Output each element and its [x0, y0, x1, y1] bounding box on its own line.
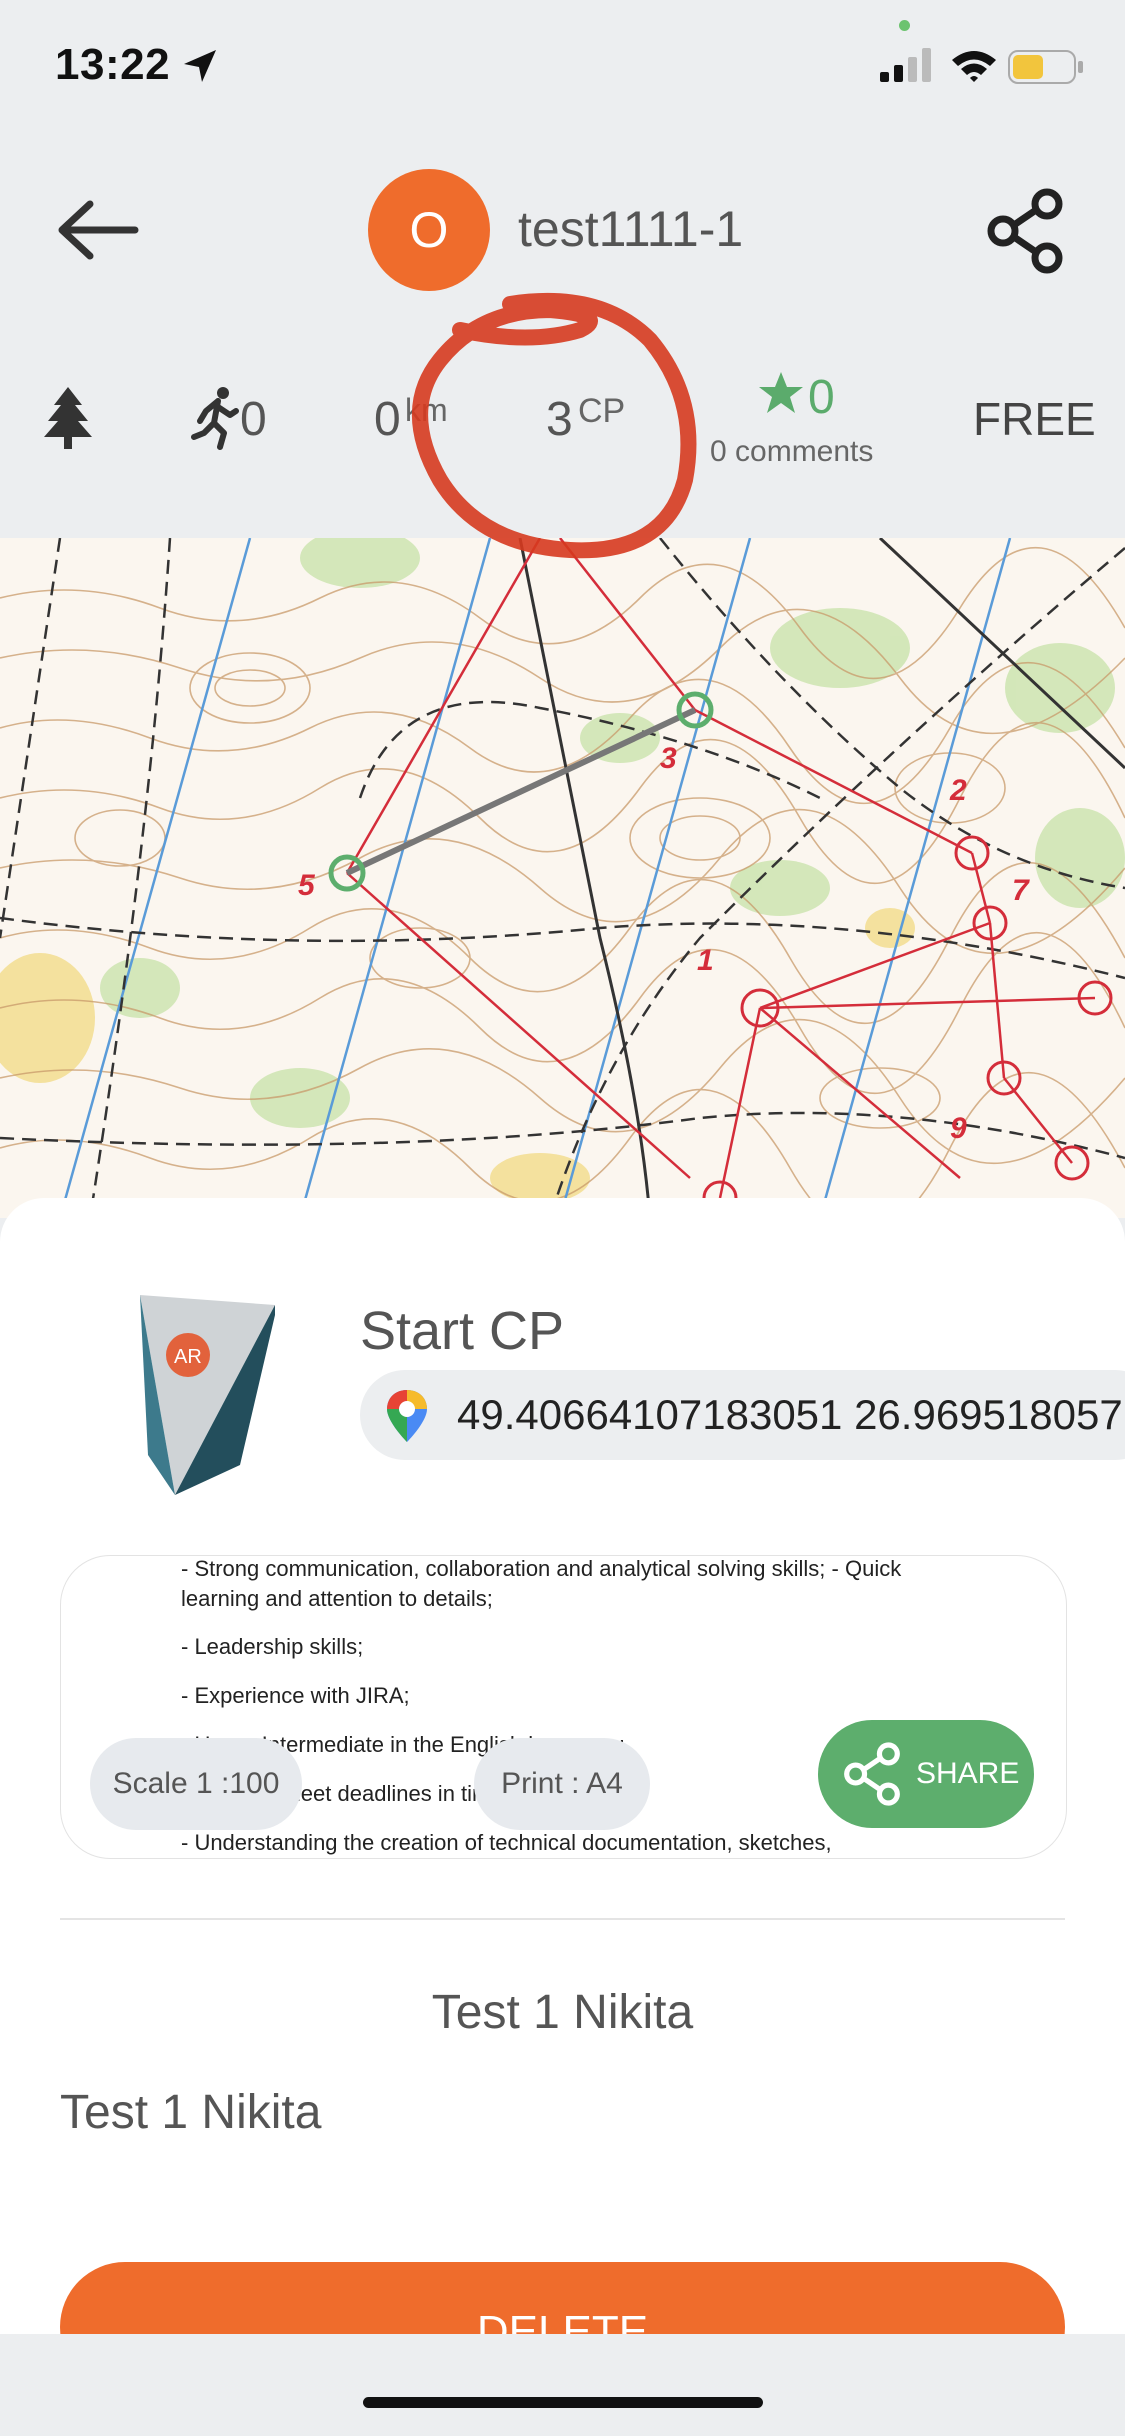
- runners-count: 0: [240, 393, 267, 446]
- doc-line: - Strong communication, collaboration an…: [181, 1556, 902, 1581]
- tree-icon: [44, 387, 92, 449]
- svg-text:3: 3: [660, 742, 677, 775]
- course-name: Test 1 Nikita: [431, 1986, 694, 2039]
- ar-marker-icon: AR: [140, 1295, 275, 1495]
- status-time: 13:22: [55, 40, 171, 89]
- scale-label[interactable]: Scale 1 :100: [90, 1738, 302, 1830]
- share-icon[interactable]: [985, 188, 1065, 274]
- price-label: FREE: [973, 393, 1096, 445]
- svg-text:AR: AR: [174, 1346, 202, 1368]
- checkpoint-name: Start CP: [360, 1301, 565, 1361]
- back-arrow-button[interactable]: [50, 190, 150, 270]
- print-label[interactable]: Print : A4: [474, 1738, 650, 1830]
- doc-line: - Experience with JIRA;: [181, 1683, 410, 1708]
- share-icon: [844, 1742, 900, 1806]
- rating-value: 0: [808, 371, 835, 424]
- coordinates-text: 49.40664107183051 26.969518057: [457, 1391, 1123, 1438]
- share-label: SHARE: [916, 1757, 1020, 1790]
- star-icon: [759, 372, 803, 413]
- svg-text:2: 2: [949, 774, 967, 807]
- cellular-signal-icon: [880, 48, 931, 82]
- doc-line: - Understanding the creation of technica…: [181, 1830, 832, 1855]
- svg-text:9: 9: [950, 1112, 967, 1145]
- home-indicator-area: [0, 2334, 1125, 2436]
- course-description: Test 1 Nikita: [60, 2086, 322, 2139]
- runner-icon: [191, 387, 239, 450]
- annotation-circle: [412, 292, 697, 559]
- comments-count[interactable]: 0 comments: [710, 435, 873, 469]
- battery-icon: [1008, 50, 1083, 84]
- divider: [60, 1918, 1065, 1920]
- svg-text:5: 5: [298, 869, 316, 902]
- svg-text:7: 7: [1012, 874, 1030, 907]
- doc-line: - Leadership skills;: [181, 1634, 364, 1659]
- course-title-header: test1111-1: [518, 201, 744, 257]
- map-pin-icon: [387, 1390, 427, 1442]
- share-document-button[interactable]: SHARE: [818, 1720, 1034, 1828]
- distance-value: 0: [374, 393, 401, 446]
- avatar: O: [368, 169, 490, 291]
- wifi-icon: [952, 51, 996, 82]
- privacy-indicator-dot: [899, 20, 910, 31]
- home-indicator[interactable]: [363, 2397, 763, 2408]
- doc-line: learning and attention to details;: [181, 1586, 493, 1611]
- course-map[interactable]: 3 5 2 7 1 9: [0, 538, 1125, 1218]
- location-arrow-icon: [184, 50, 216, 82]
- orienteering-map-image: 3 5 2 7 1 9: [0, 538, 1125, 1218]
- svg-text:1: 1: [697, 944, 714, 977]
